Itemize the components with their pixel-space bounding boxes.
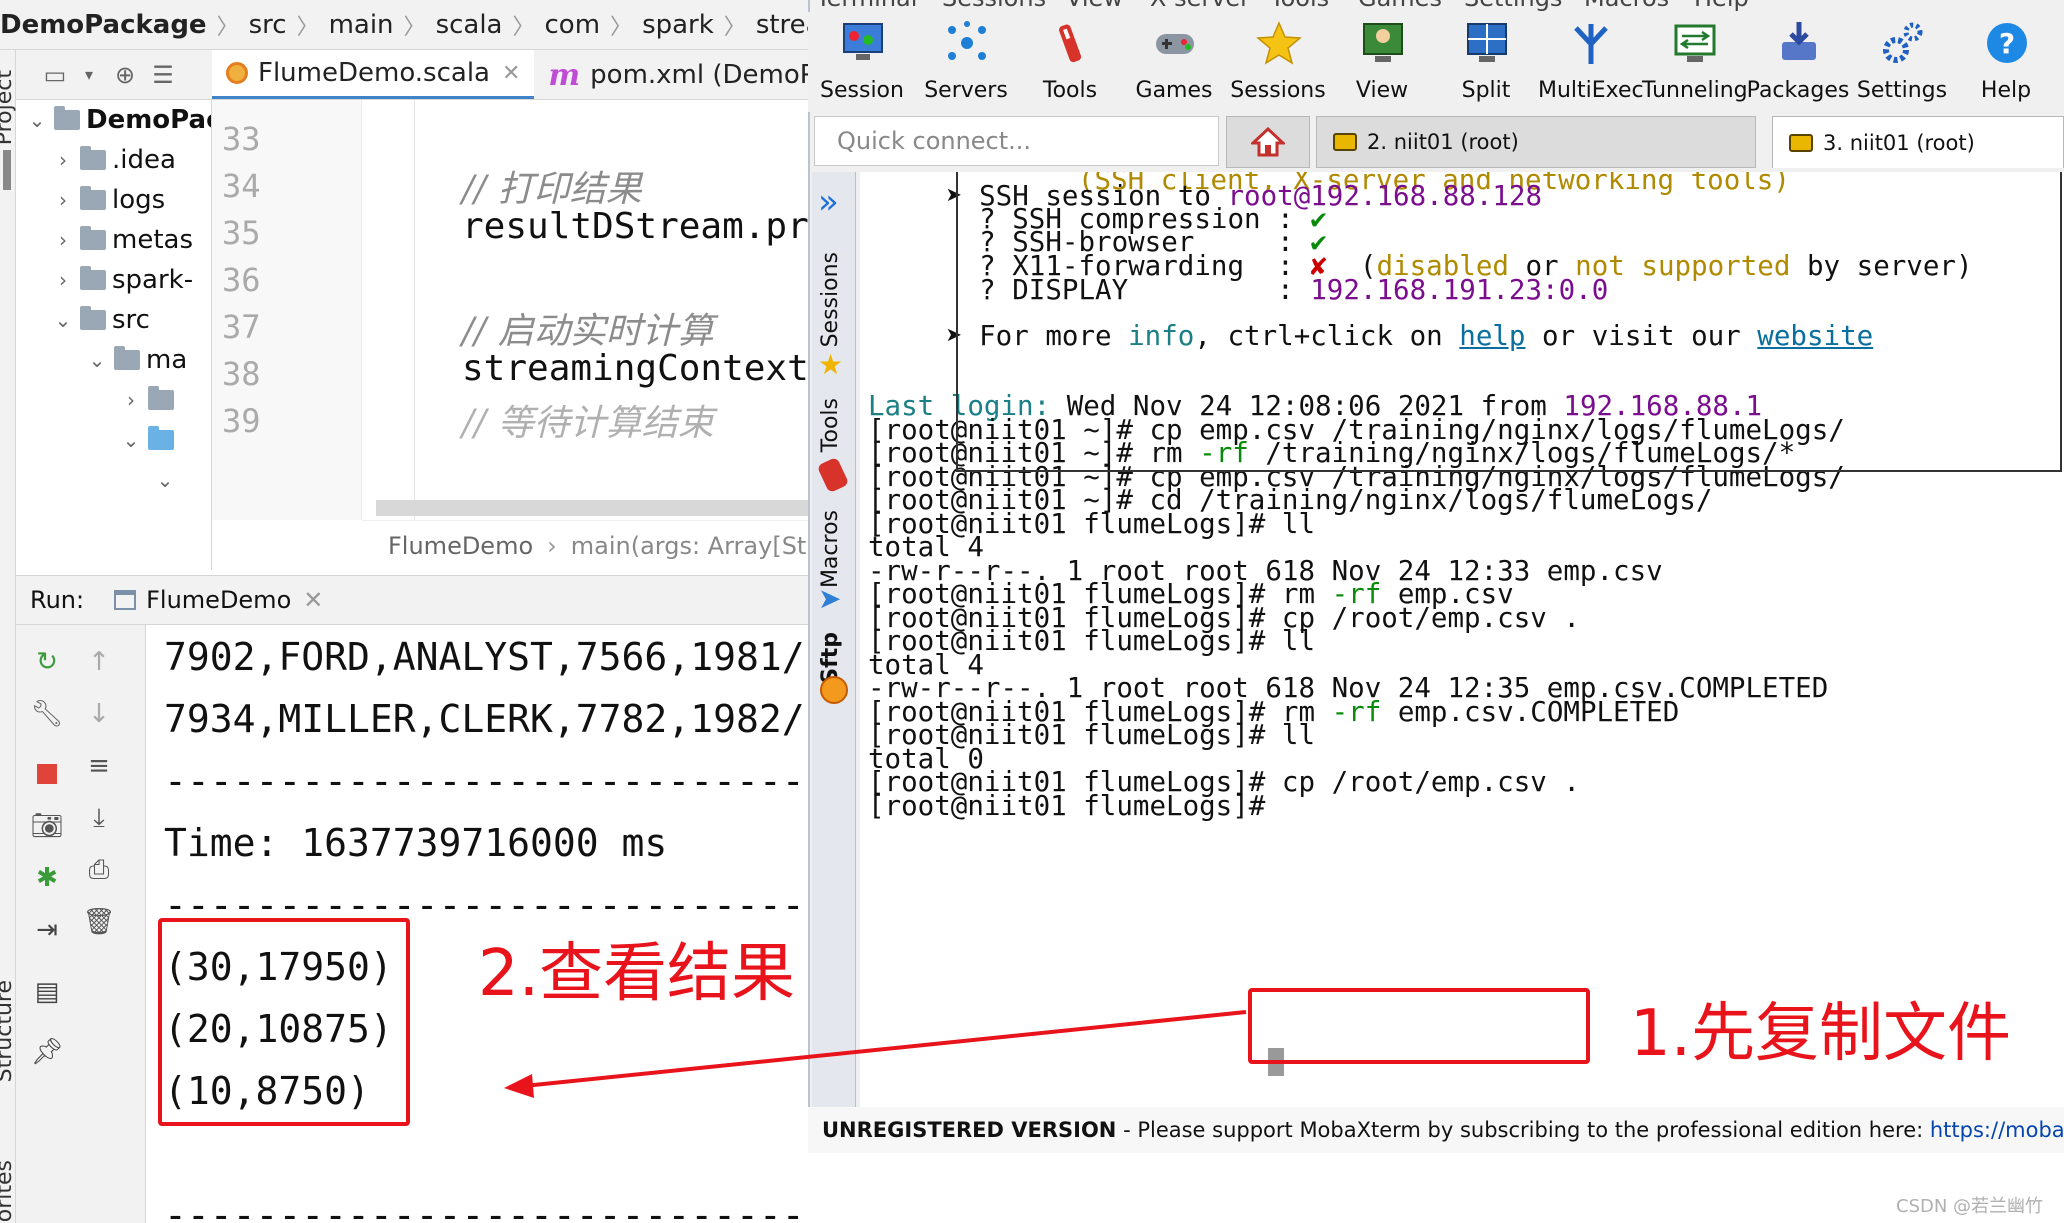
annotation-arrow bbox=[504, 1010, 1247, 1098]
